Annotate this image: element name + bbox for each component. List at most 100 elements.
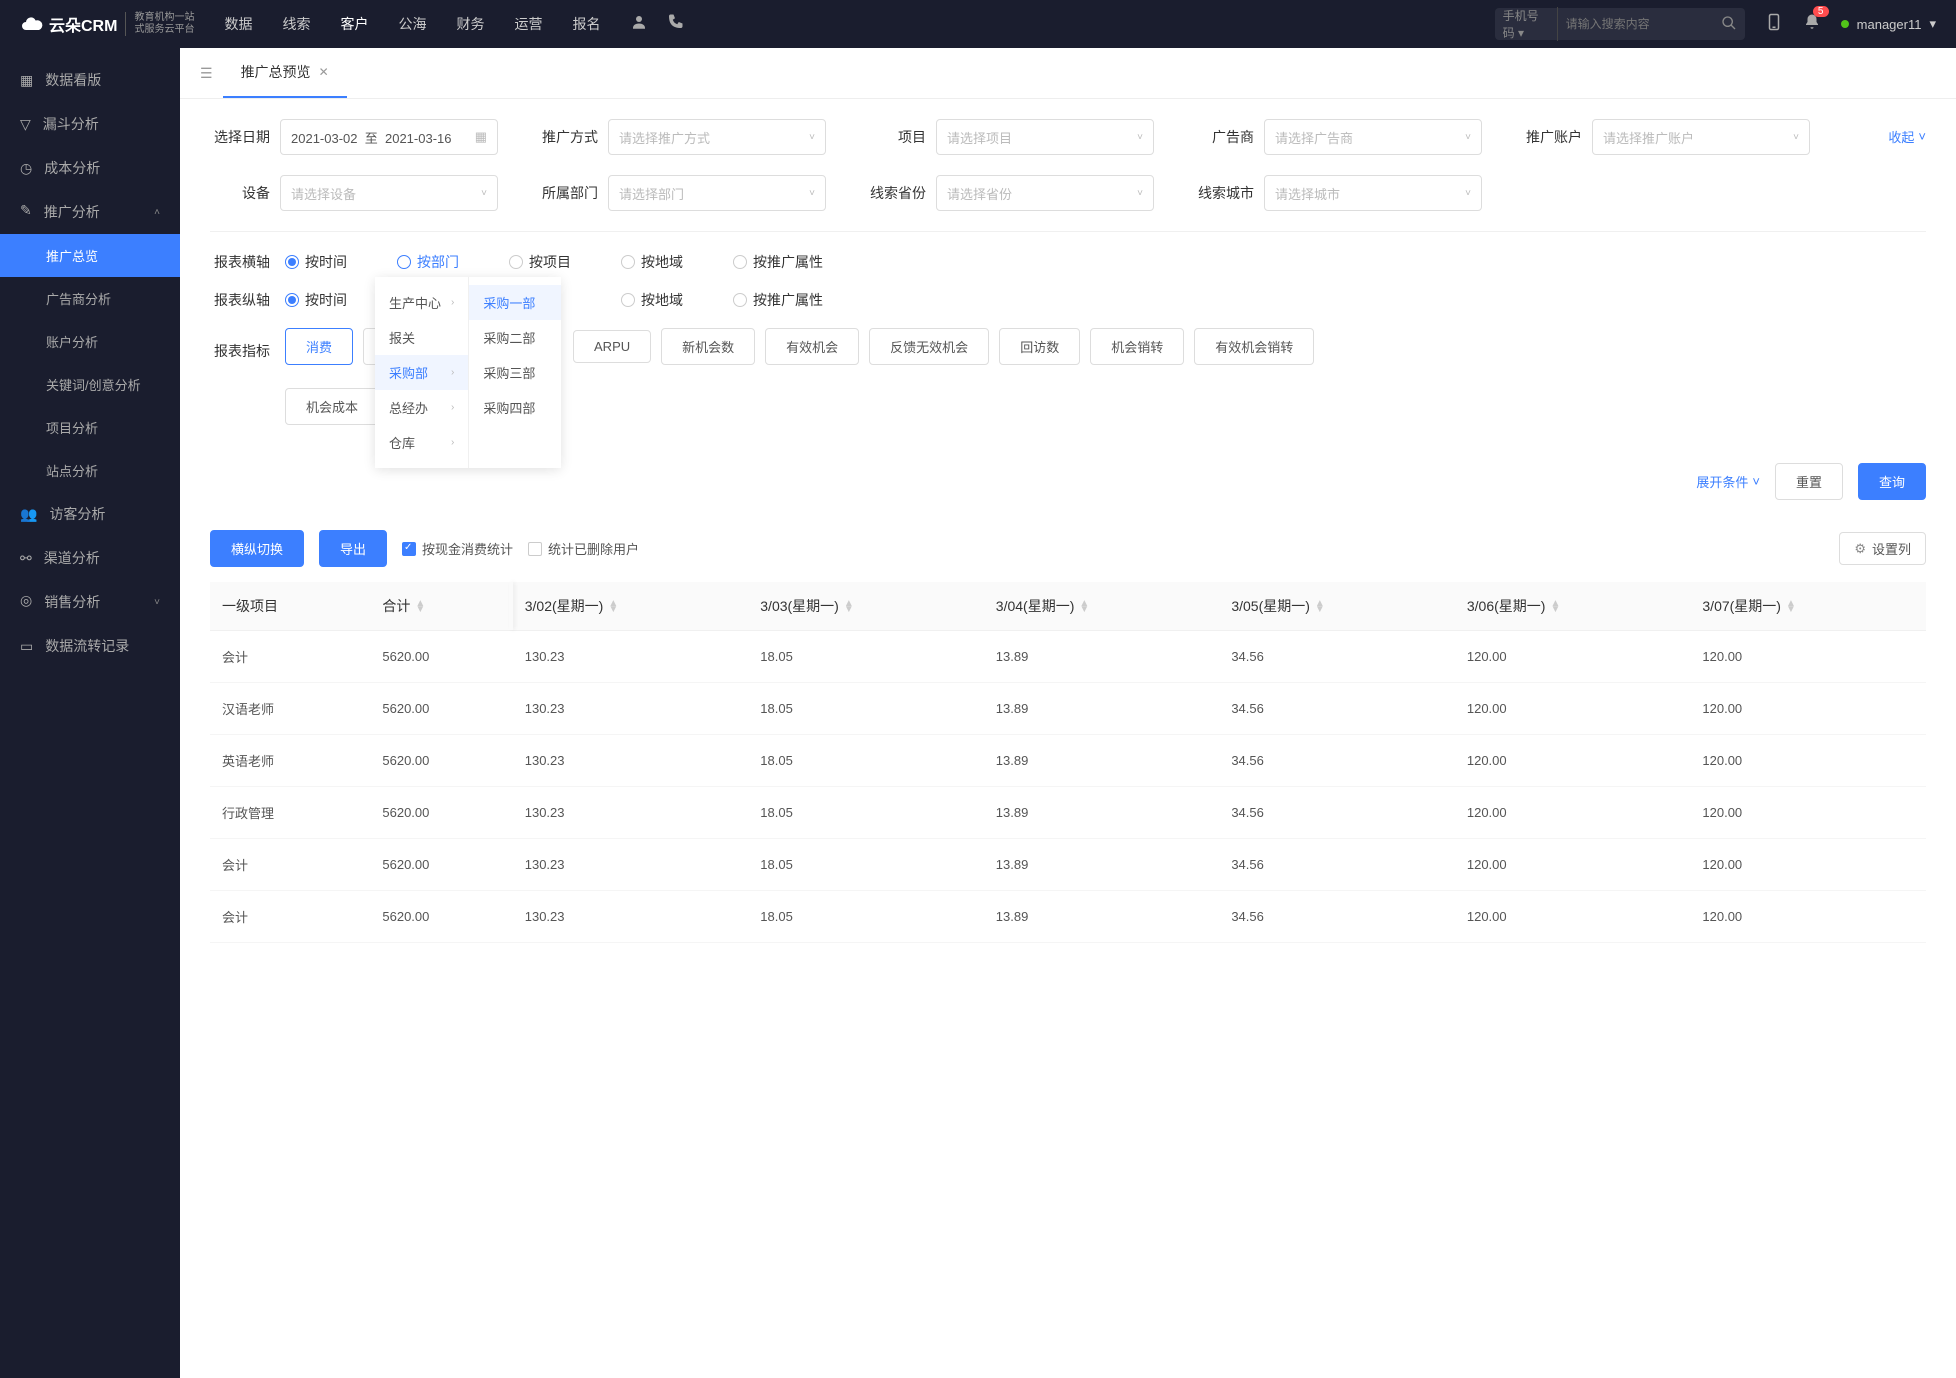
sidebar-sub-advertiser[interactable]: 广告商分析 [0, 277, 180, 320]
sidebar-item-sales[interactable]: ◎销售分析˅ [0, 580, 180, 624]
table-cell: 5620.00 [370, 631, 512, 683]
cascade-item[interactable]: 采购四部 [469, 390, 561, 425]
cascade-item[interactable]: 采购部› [375, 355, 468, 390]
date-range-picker[interactable]: 2021-03-02 至 2021-03-16 ▦ [280, 119, 498, 155]
table-header[interactable]: 一级项目 [210, 582, 370, 631]
tab-overview[interactable]: 推广总预览 ✕ [223, 48, 347, 98]
nav-leads[interactable]: 线索 [282, 14, 310, 34]
project-select[interactable]: 请选择项目˅ [936, 119, 1154, 155]
chevron-right-icon: › [451, 297, 454, 308]
nav-customers[interactable]: 客户 [340, 14, 368, 34]
h-axis-label: 报表横轴 [210, 252, 270, 272]
metric-revisit[interactable]: 回访数 [999, 328, 1080, 365]
advertiser-select[interactable]: 请选择广告商˅ [1264, 119, 1482, 155]
table-cell: 13.89 [984, 683, 1220, 735]
city-select[interactable]: 请选择城市˅ [1264, 175, 1482, 211]
account-select[interactable]: 请选择推广账户˅ [1592, 119, 1810, 155]
expand-conditions-link[interactable]: 展开条件˅ [1696, 472, 1760, 491]
device-select[interactable]: 请选择设备˅ [280, 175, 498, 211]
v-axis-time[interactable]: 按时间 [285, 290, 347, 310]
sidebar-item-promotion[interactable]: ✎推广分析˄ [0, 190, 180, 234]
nav-signup[interactable]: 报名 [572, 14, 600, 34]
user-icon[interactable] [630, 13, 648, 36]
table-cell: 120.00 [1455, 631, 1691, 683]
sidebar-item-channel[interactable]: ⚯渠道分析 [0, 536, 180, 580]
phone-icon[interactable] [666, 13, 684, 36]
cascade-item[interactable]: 报关 [375, 320, 468, 355]
cascade-item[interactable]: 仓库› [375, 425, 468, 460]
reset-button[interactable]: 重置 [1775, 463, 1843, 500]
metric-valid-convert[interactable]: 有效机会销转 [1194, 328, 1314, 365]
sidebar-sub-project[interactable]: 项目分析 [0, 406, 180, 449]
table-cell: 行政管理 [210, 787, 370, 839]
cascade-item[interactable]: 总经办› [375, 390, 468, 425]
province-select[interactable]: 请选择省份˅ [936, 175, 1154, 211]
method-label: 推广方式 [538, 127, 598, 147]
export-button[interactable]: 导出 [319, 530, 387, 567]
account-label: 推广账户 [1522, 127, 1582, 147]
swap-button[interactable]: 横纵切换 [210, 530, 304, 567]
close-icon[interactable]: ✕ [319, 65, 329, 79]
table-header[interactable]: 3/02(星期一)▲▼ [513, 582, 749, 631]
user-menu[interactable]: manager11 ▾ [1841, 16, 1936, 32]
sidebar-sub-overview[interactable]: 推广总览 [0, 234, 180, 277]
cascade-item[interactable]: 生产中心› [375, 285, 468, 320]
search-prefix[interactable]: 手机号码 ▾ [1503, 7, 1558, 41]
table-cell: 130.23 [513, 735, 749, 787]
collapse-link[interactable]: 收起˅ [1888, 127, 1926, 146]
metric-valid-ops[interactable]: 有效机会 [765, 328, 859, 365]
table-header[interactable]: 3/05(星期一)▲▼ [1219, 582, 1455, 631]
table-cell: 18.05 [748, 787, 984, 839]
cascade-item[interactable]: 采购二部 [469, 320, 561, 355]
sidebar-item-funnel[interactable]: ▽漏斗分析 [0, 102, 180, 146]
metric-convert[interactable]: 机会销转 [1090, 328, 1184, 365]
search-input[interactable] [1566, 17, 1721, 31]
set-columns-button[interactable]: ⚙ 设置列 [1839, 532, 1926, 565]
table-header[interactable]: 3/04(星期一)▲▼ [984, 582, 1220, 631]
table-header[interactable]: 合计▲▼ [370, 582, 512, 631]
sidebar-sub-account[interactable]: 账户分析 [0, 320, 180, 363]
metric-arpu[interactable]: ARPU [573, 330, 651, 363]
v-axis-region[interactable]: 按地域 [621, 290, 683, 310]
cascade-item[interactable]: 采购一部 [469, 285, 561, 320]
metric-op-cost[interactable]: 机会成本 [285, 388, 379, 425]
method-select[interactable]: 请选择推广方式˅ [608, 119, 826, 155]
h-axis-region[interactable]: 按地域 [621, 252, 683, 272]
cash-stat-checkbox[interactable]: 按现金消费统计 [402, 539, 513, 558]
metric-new-ops[interactable]: 新机会数 [661, 328, 755, 365]
metric-consume[interactable]: 消费 [285, 328, 353, 365]
h-axis-project[interactable]: 按项目 [509, 252, 571, 272]
nav-ops[interactable]: 运营 [514, 14, 542, 34]
table-header[interactable]: 3/07(星期一)▲▼ [1690, 582, 1926, 631]
deleted-stat-checkbox[interactable]: 统计已删除用户 [528, 539, 639, 558]
table-header[interactable]: 3/03(星期一)▲▼ [748, 582, 984, 631]
sidebar-sub-site[interactable]: 站点分析 [0, 449, 180, 492]
mobile-icon[interactable] [1765, 12, 1783, 37]
sidebar-item-visitor[interactable]: 👥访客分析 [0, 492, 180, 536]
h-axis-dept[interactable]: 按部门 [397, 252, 459, 272]
dept-cascade-menu: 生产中心› 报关 采购部› 总经办› 仓库› 采购一部 采购二部 采购三部 采购… [375, 277, 561, 468]
sidebar-item-dashboard[interactable]: ▦数据看版 [0, 58, 180, 102]
metric-invalid-ops[interactable]: 反馈无效机会 [869, 328, 989, 365]
v-axis-attr[interactable]: 按推广属性 [733, 290, 823, 310]
h-axis-time[interactable]: 按时间 [285, 252, 347, 272]
panel: 选择日期 2021-03-02 至 2021-03-16 ▦ 推广方式 请选择推… [180, 99, 1956, 963]
nav-pool[interactable]: 公海 [398, 14, 426, 34]
search-box[interactable]: 手机号码 ▾ [1495, 8, 1745, 40]
sidebar-item-cost[interactable]: ◷成本分析 [0, 146, 180, 190]
nav-finance[interactable]: 财务 [456, 14, 484, 34]
table-header[interactable]: 3/06(星期一)▲▼ [1455, 582, 1691, 631]
cascade-item[interactable]: 采购三部 [469, 355, 561, 390]
sort-icon: ▲▼ [608, 601, 618, 613]
table-cell: 会计 [210, 631, 370, 683]
h-axis-attr[interactable]: 按推广属性 [733, 252, 823, 272]
search-icon[interactable] [1721, 15, 1737, 34]
sidebar-item-flow[interactable]: ▭数据流转记录 [0, 624, 180, 668]
bell-icon[interactable]: 5 [1803, 12, 1821, 37]
data-table: 一级项目 合计▲▼ 3/02(星期一)▲▼ 3/03(星期一)▲▼ 3/04(星… [210, 582, 1926, 943]
dept-select[interactable]: 请选择部门˅ [608, 175, 826, 211]
query-button[interactable]: 查询 [1858, 463, 1926, 500]
sidebar-sub-keyword[interactable]: 关键词/创意分析 [0, 363, 180, 406]
nav-data[interactable]: 数据 [224, 14, 252, 34]
menu-toggle-icon[interactable]: ☰ [190, 57, 223, 90]
